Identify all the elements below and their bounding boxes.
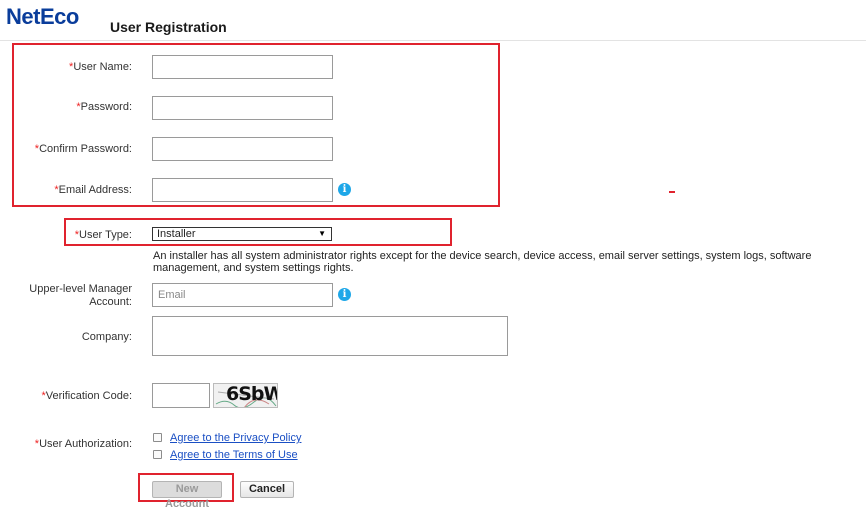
confirm-password-input[interactable] xyxy=(152,137,333,161)
email-address-input[interactable] xyxy=(152,178,333,202)
dropdown-arrow-icon: ▼ xyxy=(318,229,326,238)
page-title: User Registration xyxy=(110,19,227,35)
manager-info-icon[interactable]: i xyxy=(338,288,351,301)
confirm-password-label: *Confirm Password: xyxy=(34,143,132,155)
password-input[interactable] xyxy=(152,96,333,120)
username-label: *User Name: xyxy=(69,61,132,73)
terms-of-use-checkbox[interactable] xyxy=(153,450,162,459)
user-type-selected-value: Installer xyxy=(157,228,196,240)
header-divider xyxy=(0,40,866,41)
user-type-description: An installer has all system administrato… xyxy=(153,250,812,274)
neteco-logo: NetEco xyxy=(6,4,79,29)
red-annotation-mark xyxy=(669,191,675,193)
username-input[interactable] xyxy=(152,55,333,79)
manager-account-label: Upper-level Manager Account: xyxy=(29,283,132,308)
captcha-text: 6SbW xyxy=(226,383,278,405)
company-input[interactable] xyxy=(152,316,508,356)
verification-code-label: *Verification Code: xyxy=(41,390,133,402)
cancel-button[interactable]: Cancel xyxy=(240,481,294,498)
email-address-label: *Email Address: xyxy=(54,184,132,196)
company-label: Company: xyxy=(81,331,132,343)
privacy-policy-checkbox[interactable] xyxy=(153,433,162,442)
privacy-policy-link[interactable]: Agree to the Privacy Policy xyxy=(170,432,301,444)
email-info-icon[interactable]: i xyxy=(338,183,351,196)
verification-code-input[interactable] xyxy=(152,383,210,408)
user-type-label: *User Type: xyxy=(74,229,132,241)
terms-of-use-link[interactable]: Agree to the Terms of Use xyxy=(170,449,298,461)
captcha-image[interactable]: 6SbW xyxy=(213,383,278,408)
user-type-select[interactable]: Installer ▼ xyxy=(152,227,332,241)
manager-email-input[interactable] xyxy=(152,283,333,307)
new-account-button[interactable]: New Account xyxy=(152,481,222,510)
user-authorization-label: *User Authorization: xyxy=(34,438,132,450)
password-label: *Password: xyxy=(76,101,132,113)
